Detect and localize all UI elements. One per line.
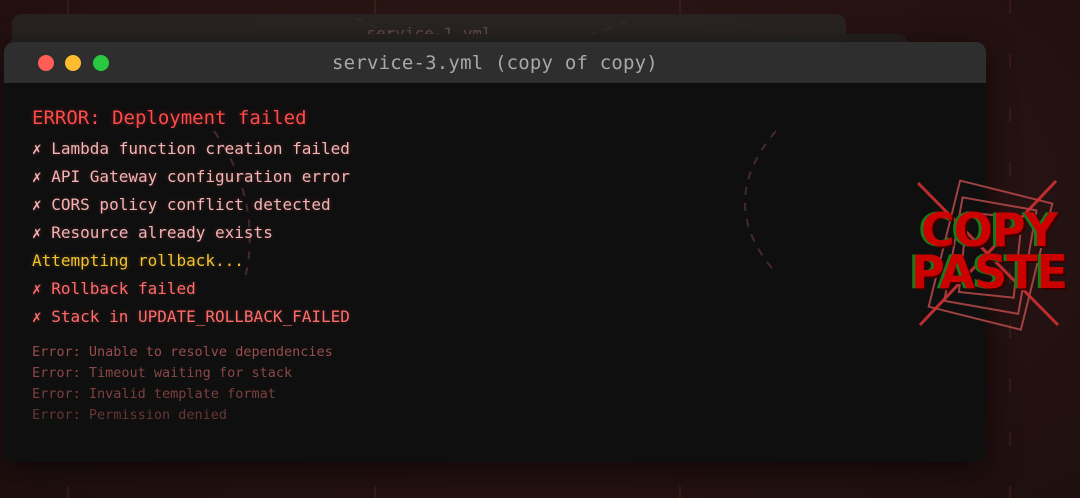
window-title: service-3.yml (copy of copy) bbox=[332, 52, 658, 74]
terminal-output[interactable]: ERROR: Deployment failed ✗ Lambda functi… bbox=[4, 83, 986, 423]
failure-line: ✗ Lambda function creation failed bbox=[32, 139, 350, 158]
error-header: ERROR: Deployment failed bbox=[32, 107, 307, 129]
log-line: Error: Unable to resolve dependencies bbox=[32, 344, 333, 360]
log-line: Error: Permission denied bbox=[32, 407, 228, 423]
rollback-status: Attempting rollback... bbox=[32, 251, 244, 270]
failure-line: ✗ Resource already exists bbox=[32, 223, 273, 242]
desktop-stage: service-1.yml service-3.yml (copy of cop… bbox=[0, 0, 1080, 498]
rollback-failure-line: ✗ Rollback failed bbox=[32, 279, 196, 298]
failure-line: ✗ API Gateway configuration error bbox=[32, 167, 350, 186]
window-titlebar[interactable]: service-3.yml (copy of copy) bbox=[4, 42, 986, 83]
log-line: Error: Timeout waiting for stack bbox=[32, 365, 293, 381]
log-line: Error: Invalid template format bbox=[32, 386, 276, 402]
failure-line: ✗ CORS policy conflict detected bbox=[32, 195, 331, 214]
terminal-window[interactable]: service-3.yml (copy of copy) ERROR: Depl… bbox=[4, 42, 986, 462]
rollback-failure-line: ✗ Stack in UPDATE_ROLLBACK_FAILED bbox=[32, 307, 350, 326]
